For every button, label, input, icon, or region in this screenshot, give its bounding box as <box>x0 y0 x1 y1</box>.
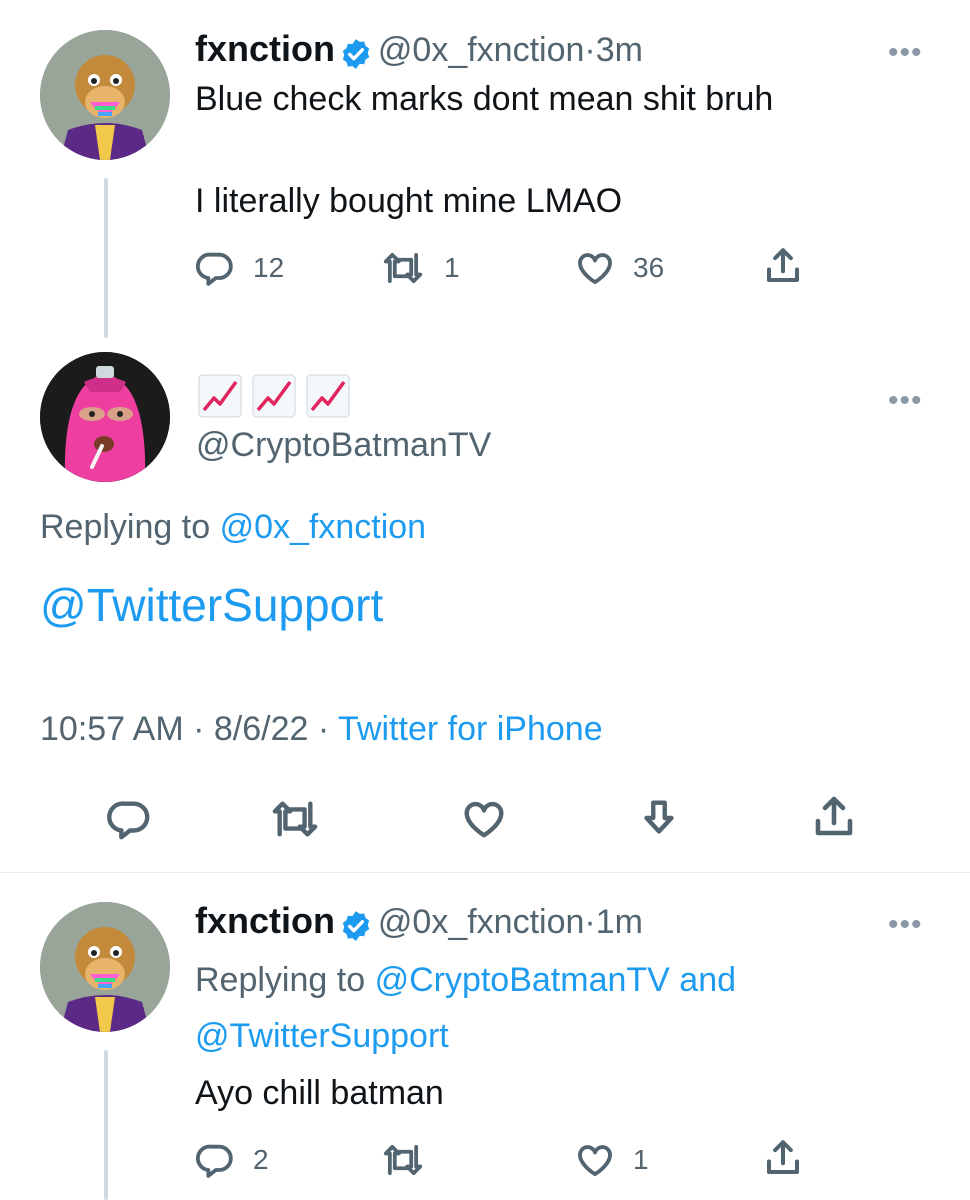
more-options-icon[interactable]: ••• <box>888 908 923 942</box>
bookmark-button[interactable] <box>636 794 682 842</box>
tweet-source[interactable]: Twitter for iPhone <box>338 710 603 748</box>
share-button[interactable] <box>762 244 804 288</box>
replying-to-and: and <box>679 961 737 999</box>
reply-icon <box>195 252 233 286</box>
retweet-button[interactable] <box>380 1140 426 1180</box>
reply-button[interactable]: 12 <box>195 248 284 288</box>
handle[interactable]: @0x_fxnction <box>378 31 585 69</box>
dot-separator: · <box>584 31 596 69</box>
heart-icon <box>464 801 504 838</box>
handle[interactable]: @CryptoBatmanTV <box>196 426 491 465</box>
timestamp-date[interactable]: 8/6/22 <box>214 710 309 748</box>
reply-button[interactable] <box>106 796 152 842</box>
main-tweet-text[interactable]: @TwitterSupport <box>40 578 383 632</box>
verified-badge-icon <box>339 909 373 948</box>
reply-count: 2 <box>253 1144 269 1175</box>
timestamp-time[interactable]: 10:57 AM <box>40 710 184 748</box>
display-name[interactable]: fxnction <box>195 28 335 69</box>
replying-to-link[interactable]: @0x_fxnction <box>220 508 427 546</box>
replying-to-label: Replying to <box>40 508 211 546</box>
share-icon <box>766 248 800 283</box>
like-button[interactable] <box>460 796 508 842</box>
tweet-timestamp-line: 10:57 AM · 8/6/22 · Twitter for iPhone <box>40 710 603 749</box>
thread-line <box>104 1050 108 1200</box>
tweet-1-line-1: Blue check marks dont mean shit bruh <box>195 80 774 118</box>
retweet-icon <box>383 252 423 284</box>
tweet-1-header: fxnction @0x_fxnction·3m <box>195 28 643 76</box>
replying-to-label: Replying to <box>195 961 366 999</box>
tweet-time[interactable]: 3m <box>596 31 643 69</box>
tweet-time[interactable]: 1m <box>596 903 643 941</box>
dot-separator: · <box>193 710 205 748</box>
arrow-down-icon <box>644 800 674 834</box>
share-button[interactable] <box>810 792 858 842</box>
more-options-icon[interactable]: ••• <box>888 36 923 70</box>
avatar-fxnction[interactable] <box>40 902 170 1032</box>
chart-increasing-icon <box>252 374 296 418</box>
share-icon <box>766 1140 800 1175</box>
avatar-cryptobatman[interactable] <box>40 352 170 482</box>
replying-to-link[interactable]: @TwitterSupport <box>195 1017 449 1055</box>
heart-icon <box>578 253 612 285</box>
retweet-icon <box>272 801 318 837</box>
ape-avatar-image <box>40 30 170 160</box>
retweet-button[interactable] <box>268 796 322 842</box>
dot-separator: · <box>317 710 330 748</box>
chart-increasing-icon <box>198 374 242 418</box>
reply-icon <box>107 801 150 840</box>
like-button[interactable]: 1 <box>575 1140 649 1180</box>
thread-line <box>104 178 108 338</box>
trend-emoji-row <box>198 374 350 418</box>
display-name[interactable]: fxnction <box>195 900 335 941</box>
like-count: 1 <box>633 1144 649 1175</box>
reply-icon <box>195 1144 233 1178</box>
like-count: 36 <box>633 252 665 283</box>
avatar-fxnction[interactable] <box>40 30 170 160</box>
reply-button[interactable]: 2 <box>195 1140 269 1180</box>
like-button[interactable]: 36 <box>575 248 664 288</box>
tweet-3-text: Ayo chill batman <box>195 1074 444 1112</box>
share-icon <box>815 796 853 836</box>
more-options-icon[interactable]: ••• <box>888 384 923 418</box>
heart-icon <box>578 1145 612 1177</box>
retweet-icon <box>383 1144 423 1176</box>
retweet-count: 1 <box>444 252 460 283</box>
reply-count: 12 <box>253 252 285 283</box>
dot-separator: · <box>584 903 596 941</box>
share-button[interactable] <box>762 1136 804 1180</box>
tweet-1-line-2: I literally bought mine LMAO <box>195 182 623 220</box>
chart-increasing-icon <box>306 374 350 418</box>
tweet-3-header: fxnction @0x_fxnction·1m <box>195 900 643 948</box>
divider <box>0 872 970 873</box>
replying-to-line: Replying to @0x_fxnction <box>40 508 426 547</box>
verified-badge-icon <box>339 37 373 76</box>
retweet-button[interactable]: 1 <box>380 248 460 288</box>
pink-mask-avatar-image <box>40 352 170 482</box>
ape-avatar-image <box>40 902 170 1032</box>
replying-to-link[interactable]: @CryptoBatmanTV <box>375 961 670 999</box>
handle[interactable]: @0x_fxnction <box>378 903 585 941</box>
replying-to-line: Replying to @CryptoBatmanTV and @Twitter… <box>195 952 895 1064</box>
